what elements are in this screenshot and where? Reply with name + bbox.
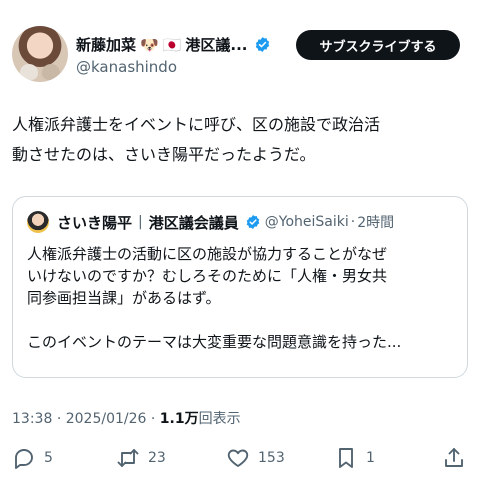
quoted-tweet-time[interactable]: 2時間 [357,212,394,232]
author-name-row[interactable]: 新藤加菜 🐶 🇯🇵 港区議... [76,34,271,55]
quoted-author-title[interactable]: 港区議会議員 [149,212,239,233]
share-button[interactable] [442,446,466,470]
separator-dot: · [150,411,156,427]
action-bar: 5 23 153 1 [0,446,480,476]
view-count-label: 回表示 [198,411,241,427]
quoted-author-handle[interactable]: @YoheiSaiki [265,214,349,230]
bookmark-icon [339,448,353,468]
dog-emoji-icon: 🐶 [140,35,159,54]
heart-icon [227,449,249,467]
name-separator: | [138,214,143,230]
repost-icon [117,449,139,467]
reply-count: 5 [44,450,53,466]
author-display-name[interactable]: 新藤加菜 [76,34,136,55]
verified-badge-icon [255,37,269,52]
quoted-tweet-header: さいき陽平 | 港区議会議員 @YoheiSaiki · 2時間 [27,211,394,233]
tweet-text: 人権派弁護士をイベントに呼び、区の施設で政治活 動させたのは、さいき陽平だったよ… [12,110,470,170]
quoted-author-name[interactable]: さいき陽平 [57,212,132,233]
separator-dot: · [56,411,62,427]
reply-button[interactable]: 5 [12,446,53,470]
separator-dot: · [350,214,356,230]
quoted-text-line: いけないのですか？むしろそのために「人権・男女共 [27,267,388,285]
author-title-suffix[interactable]: 港区議... [185,34,247,55]
quoted-tweet-card[interactable]: さいき陽平 | 港区議会議員 @YoheiSaiki · 2時間 人権派弁護士の… [12,196,468,378]
author-handle[interactable]: @kanashindo [76,58,177,76]
bookmark-button[interactable]: 1 [334,446,375,470]
like-count: 153 [258,450,285,466]
repost-button[interactable]: 23 [116,446,166,470]
quoted-author-avatar[interactable] [27,211,49,233]
tweet-meta: 13:38 · 2025/01/26 · 1.1万回表示 [12,408,241,428]
verified-badge-icon [246,215,260,229]
avatar-dog-left [20,64,38,80]
repost-count: 23 [148,450,166,466]
post-detail: 新藤加菜 🐶 🇯🇵 港区議... @kanashindo サブスクライブする 人… [0,0,480,486]
view-count: 1.1万 [159,411,199,427]
like-button[interactable]: 153 [226,446,285,470]
author-avatar[interactable] [12,26,68,82]
japan-flag-emoji-icon: 🇯🇵 [162,35,182,54]
avatar-dog-right [42,64,60,80]
tweet-text-line: 動させたのは、さいき陽平だったようだ。 [12,145,316,164]
tweet-time[interactable]: 13:38 [12,411,52,427]
quoted-text-line: 同参画担当課」があるはず。 [27,289,221,307]
subscribe-button[interactable]: サブスクライブする [296,30,460,60]
share-icon [445,448,463,467]
quoted-text-line: このイベントのテーマは大変重要な問題意識を持った... [27,333,402,351]
quoted-tweet-text: 人権派弁護士の活動に区の施設が協力することがなぜ いけないのですか？むしろそのた… [27,243,457,353]
tweet-date[interactable]: 2025/01/26 [66,411,147,427]
reply-icon [15,449,33,469]
quoted-text-line: 人権派弁護士の活動に区の施設が協力することがなぜ [27,245,388,263]
tweet-text-line: 人権派弁護士をイベントに呼び、区の施設で政治活 [12,115,381,134]
bookmark-count: 1 [366,450,375,466]
